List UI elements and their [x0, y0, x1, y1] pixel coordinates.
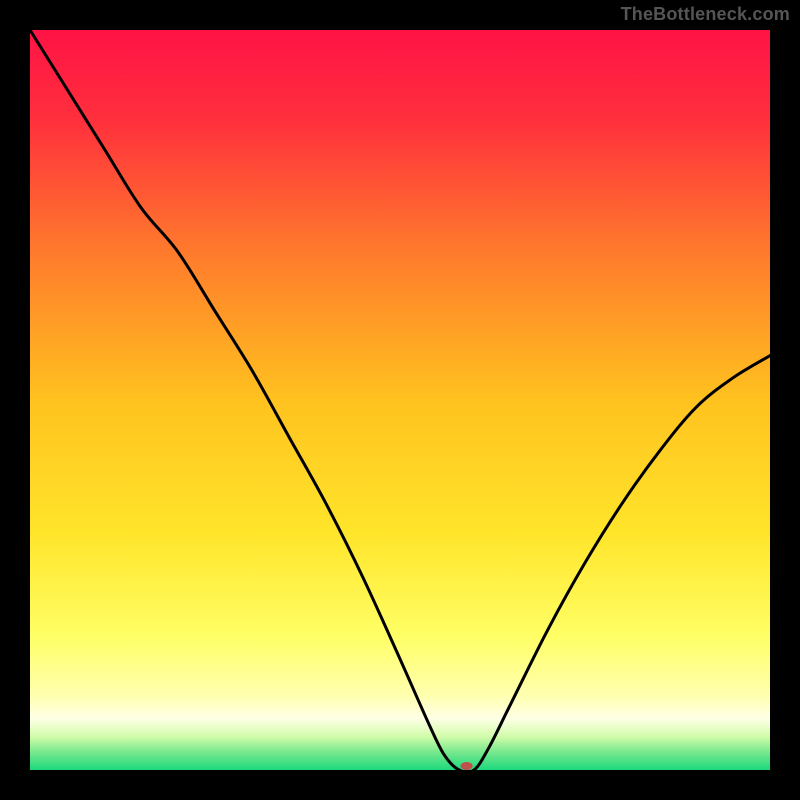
optimum-marker-icon — [461, 762, 473, 770]
plot-area — [30, 30, 770, 770]
chart-frame: TheBottleneck.com — [0, 0, 800, 800]
bottleneck-chart — [30, 30, 770, 770]
watermark-bar: TheBottleneck.com — [0, 0, 800, 30]
watermark-text: TheBottleneck.com — [621, 4, 790, 25]
